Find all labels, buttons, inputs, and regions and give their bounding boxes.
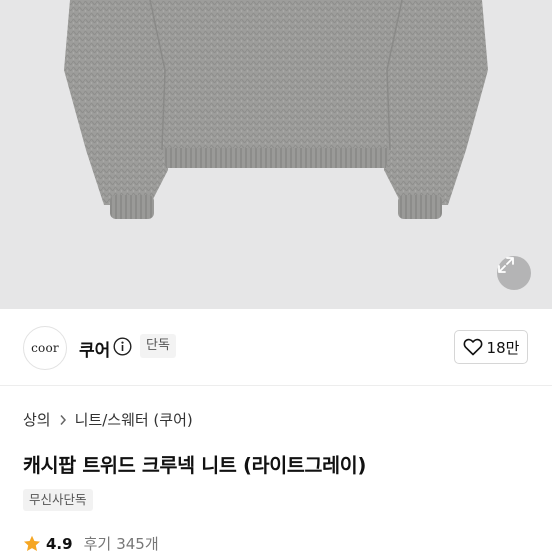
star-icon — [24, 535, 40, 551]
product-title: 캐시팝 트위드 크루넥 니트 (라이트그레이) — [23, 454, 367, 477]
musinsa-exclusive-tag: 무신사단독 — [23, 489, 93, 511]
heart-icon — [463, 338, 482, 356]
brand-logo[interactable]: coor — [23, 326, 67, 370]
info-icon[interactable] — [113, 337, 132, 356]
breadcrumb: 상의 니트/스웨터 (쿠어) — [23, 409, 193, 430]
rating-value: 4.9 — [46, 534, 73, 553]
review-label[interactable]: 후기 — [84, 533, 112, 554]
chevron-right-icon — [59, 414, 67, 426]
brand-row: coor 쿠어 단독 18만 — [0, 309, 552, 386]
expand-image-button[interactable] — [497, 256, 531, 290]
like-count: 18만 — [486, 338, 520, 357]
brand-name[interactable]: 쿠어 — [79, 336, 110, 361]
exclusive-badge: 단독 — [140, 334, 176, 358]
product-image[interactable] — [0, 0, 552, 309]
expand-icon — [498, 257, 514, 273]
sweater-image — [64, 0, 488, 219]
review-count[interactable]: 345개 — [116, 533, 158, 554]
like-button[interactable]: 18만 — [454, 330, 528, 364]
breadcrumb-item-top[interactable]: 상의 — [23, 409, 51, 430]
rating-row: 4.9 후기 345개 — [23, 533, 159, 554]
breadcrumb-item-category[interactable]: 니트/스웨터 (쿠어) — [75, 409, 193, 430]
